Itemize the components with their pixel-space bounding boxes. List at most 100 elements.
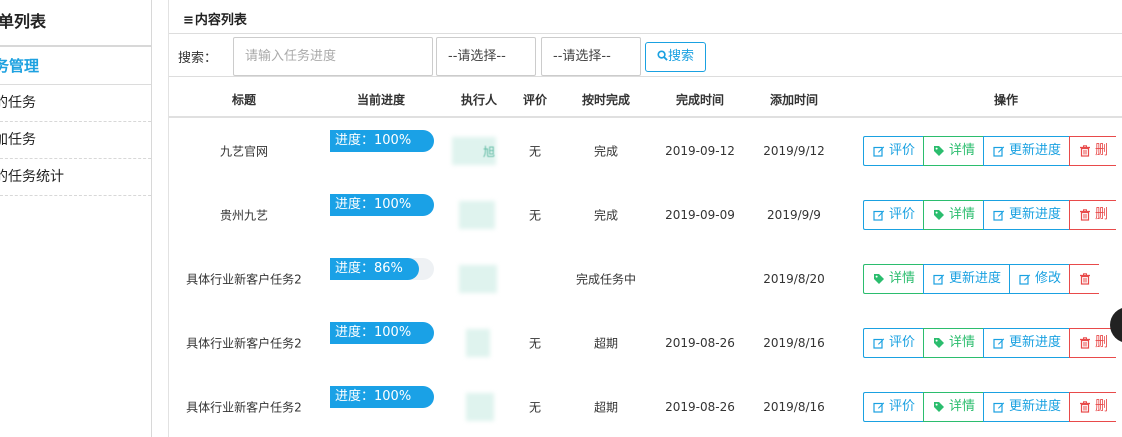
- action-label: 详情: [949, 335, 976, 350]
- trash-icon: [1080, 209, 1091, 221]
- action-button-edit[interactable]: 更新进度: [923, 264, 1010, 294]
- add-time: 2019/9/12: [763, 144, 825, 158]
- progress-label: 进度：86%: [335, 261, 403, 276]
- progress-bar: 进度：86%: [330, 258, 434, 280]
- progress-bar: 进度：100%: [330, 130, 434, 152]
- action-button-edit[interactable]: 更新进度: [983, 328, 1070, 358]
- rating-cell: 无: [528, 336, 542, 351]
- action-button-detail[interactable]: 详情: [923, 136, 984, 166]
- column-header: 标题: [231, 93, 257, 107]
- search-input[interactable]: 请输入任务进度: [233, 37, 433, 76]
- finish-time: 2019-08-26: [665, 336, 735, 350]
- filter-select-2[interactable]: --请选择--: [541, 37, 641, 76]
- action-label: 详情: [949, 399, 976, 414]
- assignee-redacted: [466, 393, 494, 421]
- column-header: 当前进度: [356, 93, 406, 107]
- action-label: 更新进度: [949, 271, 1002, 286]
- action-label: 更新进度: [1009, 143, 1062, 158]
- column-header: 按时完成: [581, 93, 631, 107]
- edit-icon: [993, 402, 1005, 413]
- action-button-delete[interactable]: 删: [1069, 136, 1117, 166]
- edit-icon: [873, 146, 885, 157]
- action-button-detail[interactable]: 详情: [863, 264, 924, 294]
- row-actions: 评价 详情 更新进度 删: [863, 392, 1117, 422]
- sidebar-group-task-management[interactable]: 务管理: [0, 48, 151, 85]
- action-label: 删: [1095, 207, 1109, 222]
- task-title: 具体行业新客户任务2: [186, 400, 302, 415]
- table-header-border: [169, 116, 1122, 118]
- action-button-edit[interactable]: 更新进度: [983, 136, 1070, 166]
- action-button-delete[interactable]: [1069, 264, 1100, 294]
- on-time-status: 完成任务中: [575, 272, 637, 287]
- edit-icon: [1019, 274, 1031, 285]
- action-label: 删: [1095, 143, 1109, 158]
- row-actions: 评价 详情 更新进度 删: [863, 200, 1117, 230]
- add-time: 2019/8/16: [763, 336, 825, 350]
- column-header: 操作: [993, 93, 1019, 107]
- action-button-edit[interactable]: 更新进度: [983, 392, 1070, 422]
- search-icon: [657, 50, 668, 61]
- on-time-status: 完成: [593, 208, 619, 223]
- assignee-name: 旭: [483, 145, 496, 159]
- action-button-edit[interactable]: 评价: [863, 328, 924, 358]
- action-button-edit[interactable]: 更新进度: [983, 200, 1070, 230]
- row-actions: 详情 更新进度 修改: [863, 264, 1100, 294]
- progress-label: 进度：100%: [335, 389, 412, 404]
- action-button-edit[interactable]: 评价: [863, 392, 924, 422]
- task-title: 具体行业新客户任务2: [186, 272, 302, 287]
- action-button-edit[interactable]: 评价: [863, 136, 924, 166]
- action-label: 评价: [889, 399, 916, 414]
- trash-icon: [1080, 401, 1091, 413]
- action-button-edit[interactable]: 修改: [1009, 264, 1070, 294]
- column-header: 添加时间: [769, 93, 819, 107]
- edit-icon: [933, 274, 945, 285]
- edit-icon: [873, 338, 885, 349]
- finish-time: 2019-09-09: [665, 208, 735, 222]
- finish-time: 2019-09-12: [665, 144, 735, 158]
- tag-icon: [934, 210, 945, 220]
- action-button-delete[interactable]: 删: [1069, 328, 1117, 358]
- assignee-redacted: [459, 201, 495, 229]
- action-label: 详情: [889, 271, 916, 286]
- assignee-redacted: [466, 329, 490, 357]
- action-button-detail[interactable]: 详情: [923, 328, 984, 358]
- add-time: 2019/8/16: [763, 400, 825, 414]
- action-label: 删: [1095, 335, 1109, 350]
- rating-cell: 无: [528, 400, 542, 415]
- edit-icon: [873, 402, 885, 413]
- tag-icon: [874, 274, 884, 284]
- action-button-delete[interactable]: 删: [1069, 392, 1117, 422]
- column-header: 完成时间: [675, 93, 725, 107]
- row-actions: 评价 详情 更新进度 删: [863, 136, 1117, 166]
- sidebar-item-my-tasks[interactable]: 的任务: [0, 85, 151, 122]
- action-label: 详情: [949, 143, 976, 158]
- row-actions: 评价 详情 更新进度 删: [863, 328, 1117, 358]
- edit-icon: [993, 146, 1005, 157]
- search-label: 搜索：: [178, 51, 218, 66]
- edit-icon: [993, 210, 1005, 221]
- tag-icon: [934, 146, 945, 156]
- finish-time: 2019-08-26: [665, 400, 735, 414]
- action-button-delete[interactable]: 删: [1069, 200, 1117, 230]
- action-button-detail[interactable]: 详情: [923, 200, 984, 230]
- action-button-edit[interactable]: 评价: [863, 200, 924, 230]
- edit-icon: [993, 338, 1005, 349]
- progress-label: 进度：100%: [335, 133, 412, 148]
- on-time-status: 超期: [593, 400, 619, 415]
- list-icon: ≡: [183, 13, 194, 28]
- rating-cell: 无: [528, 144, 542, 159]
- action-label: 评价: [889, 207, 916, 222]
- search-button[interactable]: 搜索: [645, 42, 706, 72]
- sidebar-item-task-stats[interactable]: 的任务统计: [0, 159, 151, 196]
- action-label: 更新进度: [1009, 207, 1062, 222]
- action-button-detail[interactable]: 详情: [923, 392, 984, 422]
- on-time-status: 超期: [593, 336, 619, 351]
- filter-select-1[interactable]: --请选择--: [436, 37, 536, 76]
- sidebar-item-add-task[interactable]: 加任务: [0, 122, 151, 159]
- content-panel: ≡内容列表 搜索： 请输入任务进度 --请选择-- --请选择-- 搜索 标题 当…: [168, 0, 1122, 437]
- progress-bar: 进度：100%: [330, 194, 434, 216]
- progress-bar: 进度：100%: [330, 322, 434, 344]
- progress-label: 进度：100%: [335, 197, 412, 212]
- tag-icon: [934, 338, 945, 348]
- task-title: 具体行业新客户任务2: [186, 336, 302, 351]
